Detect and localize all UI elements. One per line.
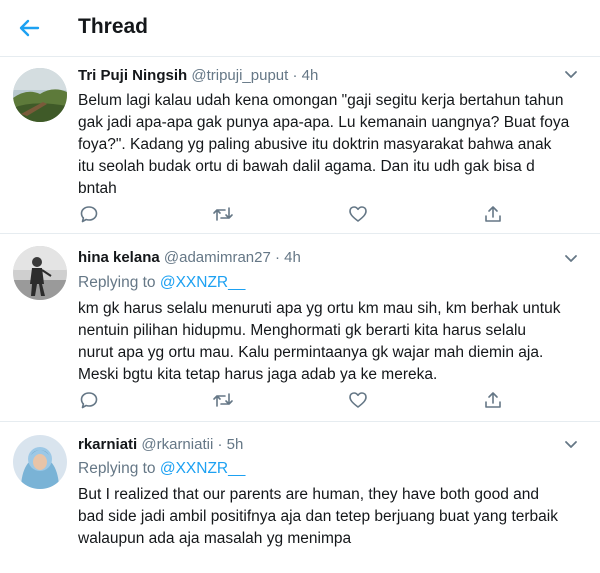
retweet-button[interactable] — [212, 389, 234, 411]
like-icon — [348, 204, 368, 224]
mention-link[interactable]: @XXNZR__ — [160, 460, 246, 477]
share-button[interactable] — [482, 389, 504, 411]
timestamp[interactable]: 4h — [302, 67, 319, 84]
reply-button[interactable] — [78, 389, 100, 411]
tweet-text-line: Meski bgtu kita tetap harus jaga adab ya… — [78, 366, 438, 383]
tweet-text: Belum lagi kalau udah kena omongan "gaji… — [78, 90, 578, 200]
like-button[interactable] — [347, 389, 369, 411]
retweet-icon — [212, 390, 234, 410]
tweet-text: But I realized that our parents are huma… — [78, 484, 578, 550]
tweet-text-line: nentuin pilihan hidupmu. Menghormati gk … — [78, 322, 527, 339]
back-button[interactable] — [14, 14, 44, 42]
reply-button[interactable] — [78, 203, 100, 225]
reply-icon — [79, 204, 99, 224]
timestamp[interactable]: 4h — [284, 249, 301, 266]
tweet[interactable]: rkarniati @rkarniatii · 5h Replying to @… — [0, 422, 600, 573]
replying-label: Replying to — [78, 274, 156, 291]
chevron-down-icon — [564, 440, 578, 450]
chevron-down-icon — [564, 254, 578, 264]
tweet-text-line: km gk harus selalu menuruti apa yg ortu … — [78, 300, 561, 317]
share-icon — [483, 204, 503, 224]
tweet-actions — [78, 389, 508, 411]
separator: · — [217, 436, 223, 453]
timestamp[interactable]: 5h — [227, 436, 244, 453]
display-name[interactable]: rkarniati — [78, 436, 137, 453]
avatar[interactable] — [13, 68, 67, 122]
separator: · — [292, 67, 298, 84]
display-name[interactable]: hina kelana — [78, 249, 160, 266]
tweet-actions — [78, 203, 508, 225]
tweet-text: km gk harus selalu menuruti apa yg ortu … — [78, 298, 578, 386]
user-handle[interactable]: @rkarniatii — [141, 436, 213, 453]
tweet-menu-button[interactable] — [562, 436, 580, 454]
page-title: Thread — [78, 15, 149, 38]
separator: · — [275, 249, 280, 266]
tweet-menu-button[interactable] — [562, 66, 580, 84]
tweet-text-line: gak jadi apa-apa gak punya apa-apa. Lu k… — [78, 114, 570, 131]
user-handle[interactable]: @adamimran27 — [164, 249, 271, 266]
user-handle[interactable]: @tripuji_puput — [191, 67, 288, 84]
mention-link[interactable]: @XXNZR__ — [160, 274, 246, 291]
like-icon — [348, 390, 368, 410]
tweet-text-line: walaupun ada aja masalah yg menimpa — [78, 530, 352, 547]
avatar[interactable] — [13, 435, 67, 489]
thread-header: Thread — [0, 0, 600, 57]
replying-to: Replying to @XXNZR__ — [78, 460, 245, 478]
tweet-header: rkarniati @rkarniatii · 5h — [78, 436, 243, 453]
tweet-text-line: bad side jadi ambil positifnya aja dan t… — [78, 508, 558, 525]
share-button[interactable] — [482, 203, 504, 225]
display-name[interactable]: Tri Puji Ningsih — [78, 67, 187, 84]
tweet-header: hina kelana @adamimran27 · 4h — [78, 249, 301, 266]
tweet[interactable]: hina kelana @adamimran27 · 4h Replying t… — [0, 234, 600, 422]
tweet-text-line: bntah — [78, 180, 117, 197]
tweet-text-line: foya?". Kadang yg paling abusive itu dok… — [78, 136, 552, 153]
tweet[interactable]: Tri Puji Ningsih @tripuji_puput · 4h Bel… — [0, 57, 600, 234]
retweet-button[interactable] — [212, 203, 234, 225]
retweet-icon — [212, 204, 234, 224]
reply-icon — [79, 390, 99, 410]
tweet-text-line: nurut apa yg ortu mau. Kalu permintaanya… — [78, 344, 544, 361]
share-icon — [483, 390, 503, 410]
tweet-text-line: But I realized that our parents are huma… — [78, 486, 540, 503]
back-arrow-icon — [18, 18, 40, 38]
tweet-text-line: Belum lagi kalau udah kena omongan "gaji… — [78, 92, 564, 109]
avatar[interactable] — [13, 246, 67, 300]
chevron-down-icon — [564, 70, 578, 80]
replying-label: Replying to — [78, 460, 156, 477]
tweet-header: Tri Puji Ningsih @tripuji_puput · 4h — [78, 67, 318, 84]
replying-to: Replying to @XXNZR__ — [78, 274, 245, 292]
tweet-menu-button[interactable] — [562, 250, 580, 268]
like-button[interactable] — [347, 203, 369, 225]
tweet-text-line: itu seolah budak ortu di bawah dalil aga… — [78, 158, 535, 175]
